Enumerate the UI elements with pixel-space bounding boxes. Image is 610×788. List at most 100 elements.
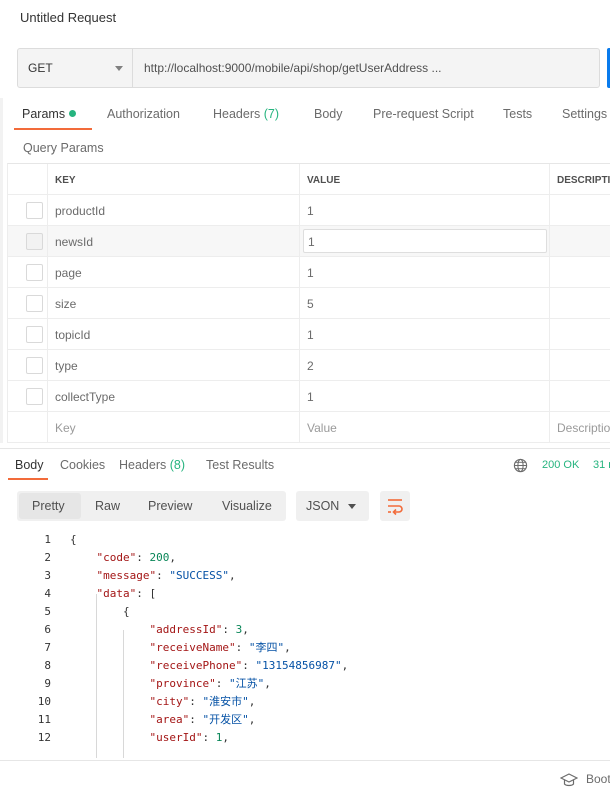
line-number: 8 [44, 659, 51, 672]
code-text: "area": "开发区", [149, 713, 256, 726]
request-title[interactable]: Untitled Request [20, 10, 116, 25]
param-description[interactable] [550, 319, 610, 349]
method-label: GET [28, 61, 53, 75]
tab-params[interactable]: Params [22, 107, 77, 121]
row-checkbox[interactable] [26, 326, 43, 343]
param-key[interactable]: productId [55, 204, 105, 218]
param-value[interactable]: 1 [307, 390, 314, 404]
param-key[interactable]: collectType [55, 390, 115, 404]
param-value-input[interactable]: 1 [303, 229, 547, 253]
code-line: 6 "addressId": 3, [0, 621, 610, 639]
param-value[interactable]: 5 [307, 297, 314, 311]
param-key[interactable]: topicId [55, 328, 90, 342]
param-key[interactable]: page [55, 266, 82, 280]
code-text: "message": "SUCCESS", [96, 569, 236, 582]
tab-params-label: Params [22, 107, 66, 121]
line-number: 6 [44, 623, 51, 636]
params-active-dot-icon [69, 110, 77, 117]
row-checkbox[interactable] [26, 264, 43, 281]
param-key[interactable]: type [55, 359, 78, 373]
code-line: 8 "receivePhone": "13154856987", [0, 657, 610, 675]
row-checkbox[interactable] [26, 357, 43, 374]
tab-pre-request-script[interactable]: Pre-request Script [373, 107, 474, 121]
line-number: 2 [44, 551, 51, 564]
chevron-down-icon [348, 504, 356, 509]
tab-settings[interactable]: Settings [562, 107, 607, 121]
format-select[interactable]: JSON [296, 491, 369, 521]
param-value[interactable]: 1 [307, 328, 314, 342]
response-tab-headers[interactable]: Headers (8) [119, 458, 185, 472]
tab-headers-count: (7) [263, 107, 280, 121]
table-row: size 5 [8, 288, 610, 319]
wrap-lines-button[interactable] [380, 491, 410, 521]
format-label: JSON [306, 499, 340, 513]
query-params-label: Query Params [23, 141, 104, 155]
table-row: newsId 1 [8, 226, 610, 257]
param-description[interactable] [550, 350, 610, 380]
row-checkbox[interactable] [26, 202, 43, 219]
code-line: 5{ [0, 603, 610, 621]
response-active-tab-indicator [8, 478, 48, 480]
code-line: 1{ [0, 531, 610, 549]
code-line: 10 "city": "淮安市", [0, 693, 610, 711]
view-raw-button[interactable]: Raw [95, 499, 120, 513]
response-tab-cookies[interactable]: Cookies [60, 458, 105, 472]
view-pretty-button[interactable]: Pretty [32, 499, 65, 513]
param-description[interactable] [550, 257, 610, 287]
param-value[interactable]: 2 [307, 359, 314, 373]
response-tab-headers-count: (8) [169, 458, 186, 472]
chevron-down-icon [115, 66, 123, 71]
code-text: "province": "江苏", [149, 677, 271, 690]
code-text: "data": [ [96, 587, 157, 600]
globe-icon[interactable] [513, 458, 528, 473]
param-value[interactable]: 1 [307, 204, 314, 218]
row-checkbox[interactable] [26, 233, 43, 250]
param-key[interactable]: newsId [55, 235, 93, 249]
param-description[interactable] [550, 195, 610, 225]
tab-tests[interactable]: Tests [503, 107, 532, 121]
table-row: collectType 1 [8, 381, 610, 412]
code-line: 7 "receiveName": "李四", [0, 639, 610, 657]
param-value[interactable]: 1 [307, 266, 314, 280]
new-param-key-input[interactable]: Key [55, 421, 76, 435]
code-text: "code": 200, [96, 551, 177, 564]
url-bar: GET http://localhost:9000/mobile/api/sho… [17, 48, 600, 88]
line-number: 4 [44, 587, 51, 600]
url-input[interactable]: http://localhost:9000/mobile/api/shop/ge… [144, 61, 442, 75]
response-status[interactable]: 200 OK [542, 459, 579, 471]
code-line: 3 "message": "SUCCESS", [0, 567, 610, 585]
param-description[interactable] [550, 226, 610, 256]
line-number: 7 [44, 641, 51, 654]
tab-body[interactable]: Body [314, 107, 343, 121]
line-number: 9 [44, 677, 51, 690]
row-checkbox[interactable] [26, 388, 43, 405]
view-preview-button[interactable]: Preview [148, 499, 192, 513]
params-table: KEY VALUE DESCRIPTIO productId 1 newsId … [7, 163, 610, 443]
code-text: { [70, 533, 77, 546]
code-text: "addressId": 3, [149, 623, 249, 636]
tab-headers[interactable]: Headers (7) [213, 107, 279, 121]
status-bar: Boot [0, 760, 610, 788]
response-body-viewer[interactable]: 1{ 2 "code": 200, 3 "message": "SUCCESS", 4 "d… [0, 530, 610, 758]
param-description[interactable] [550, 288, 610, 318]
code-line: 9 "province": "江苏", [0, 675, 610, 693]
param-description[interactable] [550, 381, 610, 411]
code-text: { [123, 605, 130, 618]
new-param-description-input[interactable]: Descriptio [557, 421, 610, 435]
param-key[interactable]: size [55, 297, 76, 311]
response-tab-test-results[interactable]: Test Results [206, 458, 274, 472]
tab-authorization[interactable]: Authorization [107, 107, 180, 121]
new-param-value-input[interactable]: Value [307, 421, 337, 435]
response-tab-body[interactable]: Body [15, 458, 44, 472]
left-gutter [0, 98, 3, 443]
code-line: 4 "data": [ [0, 585, 610, 603]
view-visualize-button[interactable]: Visualize [222, 499, 272, 513]
table-header-row: KEY VALUE DESCRIPTIO [8, 164, 610, 195]
response-time[interactable]: 31 m [593, 459, 610, 471]
request-header: Untitled Request [0, 0, 610, 38]
method-select[interactable]: GET [18, 49, 133, 87]
code-text: "receiveName": "李四", [149, 641, 291, 654]
code-text: "userId": 1, [149, 731, 229, 744]
param-value: 1 [308, 235, 315, 249]
row-checkbox[interactable] [26, 295, 43, 312]
